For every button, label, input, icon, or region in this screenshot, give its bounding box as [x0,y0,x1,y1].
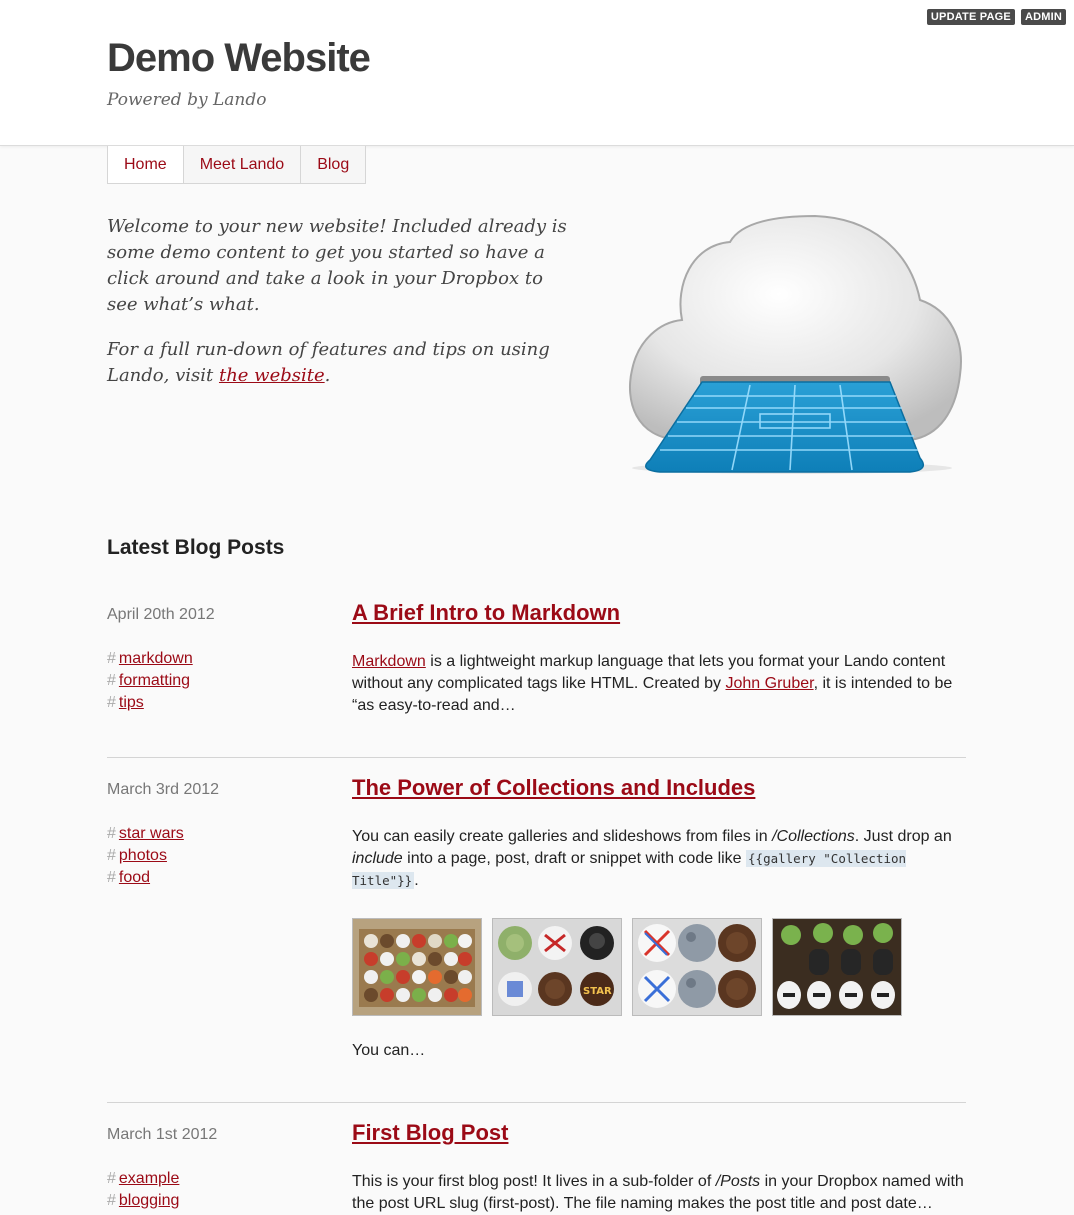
site-title[interactable]: Demo Website [107,36,371,81]
cupcakes-box-image [353,919,481,1015]
john-gruber-link[interactable]: John Gruber [726,675,814,692]
site-header: Demo Website Powered by Lando [0,0,1074,146]
hash-icon: # [107,869,116,886]
nav-item-blog[interactable]: Blog [300,146,367,184]
post-more: You can… [352,1040,967,1062]
tag-link[interactable]: formatting [119,672,190,689]
tag-item: # example [107,1168,179,1190]
tag-item: # formatting [107,670,193,692]
tag-link[interactable]: example [119,1170,179,1187]
site-tagline: Powered by Lando [107,90,267,110]
hash-icon: # [107,694,116,711]
collections-path: /Collections [772,828,855,845]
excerpt-text: into a page, post, draft or snippet with… [402,850,747,867]
tag-item: # photos [107,845,184,867]
post-title-link[interactable]: First Blog Post [352,1120,508,1145]
post-title-link[interactable]: The Power of Collections and Includes [352,775,755,800]
tag-link[interactable]: food [119,869,150,886]
include-term: include [352,850,403,867]
tag-link[interactable]: blogging [119,1192,180,1209]
hash-icon: # [107,672,116,689]
update-page-button[interactable]: UPDATE PAGE [926,9,1015,25]
svg-text:STAR: STAR [583,986,612,997]
posts-path: /Posts [715,1173,761,1190]
stormtrooper-cookies-image [773,919,901,1015]
nav-item-home[interactable]: Home [107,146,184,184]
intro-paragraph: Welcome to your new website! Included al… [107,216,567,315]
intro-text-after: . [324,365,331,386]
post-excerpt: Markdown is a lightweight markup languag… [352,651,967,717]
intro-paragraph-2: For a full run-down of features and tips… [107,337,577,389]
tag-link[interactable]: tips [119,694,144,711]
hash-icon: # [107,825,116,842]
tag-link[interactable]: star wars [119,825,184,842]
post-excerpt: This is your first blog post! It lives i… [352,1171,967,1215]
post-divider [107,1102,966,1103]
post-date: March 3rd 2012 [107,781,220,798]
post-tags: # example # blogging [107,1168,179,1212]
excerpt-text: You can easily create galleries and slid… [352,828,773,845]
post-tags: # markdown # formatting # tips [107,648,193,714]
tag-item: # star wars [107,823,184,845]
post-tags: # star wars # photos # food [107,823,184,889]
image-gallery: STAR [352,918,902,1016]
gallery-thumb-deathstar-cookies[interactable] [632,918,762,1016]
excerpt-text: . Just drop an [854,828,952,845]
post-date: March 1st 2012 [107,1126,218,1143]
post-title: The Power of Collections and Includes [352,775,755,801]
deathstar-cookies-image [633,919,761,1015]
excerpt-text: . [414,872,419,889]
post-title-link[interactable]: A Brief Intro to Markdown [352,600,620,625]
tag-link[interactable]: photos [119,847,167,864]
gallery-thumb-stormtrooper-cookies[interactable] [772,918,902,1016]
tag-item: # markdown [107,648,193,670]
gallery-thumb-cupcakes[interactable] [352,918,482,1016]
hash-icon: # [107,1170,116,1187]
admin-button[interactable]: ADMIN [1020,9,1066,25]
dropbox-cloud-illustration [628,214,962,474]
post-divider [107,757,966,758]
excerpt-text: This is your first blog post! It lives i… [352,1173,716,1190]
post-title: A Brief Intro to Markdown [352,600,620,626]
post-excerpt: You can easily create galleries and slid… [352,826,967,892]
main-nav: Home Meet Lando Blog [107,146,367,184]
tag-item: # food [107,867,184,889]
tag-item: # tips [107,692,193,714]
post-title: First Blog Post [352,1120,508,1146]
admin-bar: UPDATE PAGE ADMIN [926,9,1066,25]
hash-icon: # [107,847,116,864]
tag-item: # blogging [107,1190,179,1212]
post-date: April 20th 2012 [107,606,215,623]
hash-icon: # [107,1192,116,1209]
hash-icon: # [107,650,116,667]
intro-text: Welcome to your new website! Included al… [107,214,577,408]
markdown-link[interactable]: Markdown [352,653,426,670]
nav-item-meet-lando[interactable]: Meet Lando [182,146,302,184]
latest-posts-heading: Latest Blog Posts [107,536,285,559]
more-text: You can… [352,1042,426,1059]
website-link[interactable]: the website [219,365,325,386]
tag-link[interactable]: markdown [119,650,193,667]
gallery-thumb-starwars-cupcakes[interactable]: STAR [492,918,622,1016]
starwars-cupcakes-image: STAR [493,919,621,1015]
